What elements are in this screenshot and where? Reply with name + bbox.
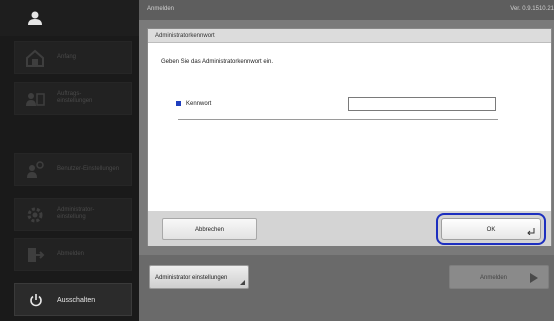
- password-input[interactable]: [348, 97, 496, 111]
- password-label: Kennwort: [186, 101, 212, 107]
- sidebar-item-admin-settings[interactable]: Administrator-einstellung: [14, 198, 132, 231]
- cancel-button-label: Abbrechen: [194, 227, 225, 233]
- bottom-bar: Administrator einstellungen Anmelden: [139, 255, 554, 321]
- sidebar-item-logout[interactable]: Abmelden: [14, 238, 132, 271]
- dialog-title-bar: Administratorkennwort: [148, 29, 551, 43]
- field-bullet-icon: [176, 101, 181, 106]
- power-icon: [30, 294, 42, 307]
- header-bar: Anmelden Ver. 0.9.1510.21: [139, 0, 554, 20]
- logout-icon: [28, 248, 45, 262]
- home-icon: [26, 49, 44, 67]
- sidebar-item-home[interactable]: Anfang: [14, 41, 132, 74]
- dialog-title: Administratorkennwort: [155, 33, 215, 39]
- divider: [178, 119, 498, 120]
- user-icon: [28, 11, 42, 25]
- admin-settings-label: Administrator einstellungen: [155, 275, 228, 281]
- power-off-label: Ausschalten: [57, 297, 96, 304]
- power-off-button[interactable]: Ausschalten: [14, 283, 132, 316]
- corner-arrow-icon: [240, 280, 245, 285]
- enter-icon: [527, 228, 535, 235]
- login-button-label: Anmelden: [480, 275, 508, 281]
- user-block: [0, 0, 139, 36]
- play-arrow-icon: [530, 273, 538, 283]
- admin-settings-button[interactable]: Administrator einstellungen: [149, 265, 249, 289]
- login-button[interactable]: Anmelden: [449, 265, 549, 289]
- sidebar-item-label: Abmelden: [57, 251, 85, 257]
- admin-gear-icon: [27, 207, 43, 223]
- sidebar-item-job-settings[interactable]: Auftrags-einstellungen: [14, 82, 132, 115]
- admin-password-dialog: Administratorkennwort Geben Sie das Admi…: [147, 28, 552, 246]
- dialog-prompt: Geben Sie das Administratorkennwort ein.: [161, 59, 274, 65]
- dialog-footer: Abbrechen OK: [148, 211, 551, 246]
- sidebar-item-label: Benutzer-Einstellungen: [57, 166, 120, 172]
- page-title: Anmelden: [147, 6, 175, 12]
- ok-button-label: OK: [486, 227, 496, 233]
- cancel-button[interactable]: Abbrechen: [162, 218, 257, 240]
- sidebar-item-label: Administrator-einstellung: [57, 207, 95, 220]
- version-label: Ver. 0.9.1510.21: [510, 6, 554, 12]
- main-area: Anmelden Ver. 0.9.1510.21 Administratork…: [139, 0, 554, 321]
- ok-button[interactable]: OK: [436, 213, 546, 245]
- job-settings-icon: [26, 93, 45, 106]
- sidebar-item-label: Anfang: [57, 54, 77, 60]
- user-settings-icon: [27, 161, 44, 178]
- sidebar: Anfang Auftrags-einstellungen Benutzer-E…: [0, 0, 139, 321]
- sidebar-item-label: Auftrags-einstellungen: [57, 91, 93, 104]
- sidebar-item-user-settings[interactable]: Benutzer-Einstellungen: [14, 153, 132, 186]
